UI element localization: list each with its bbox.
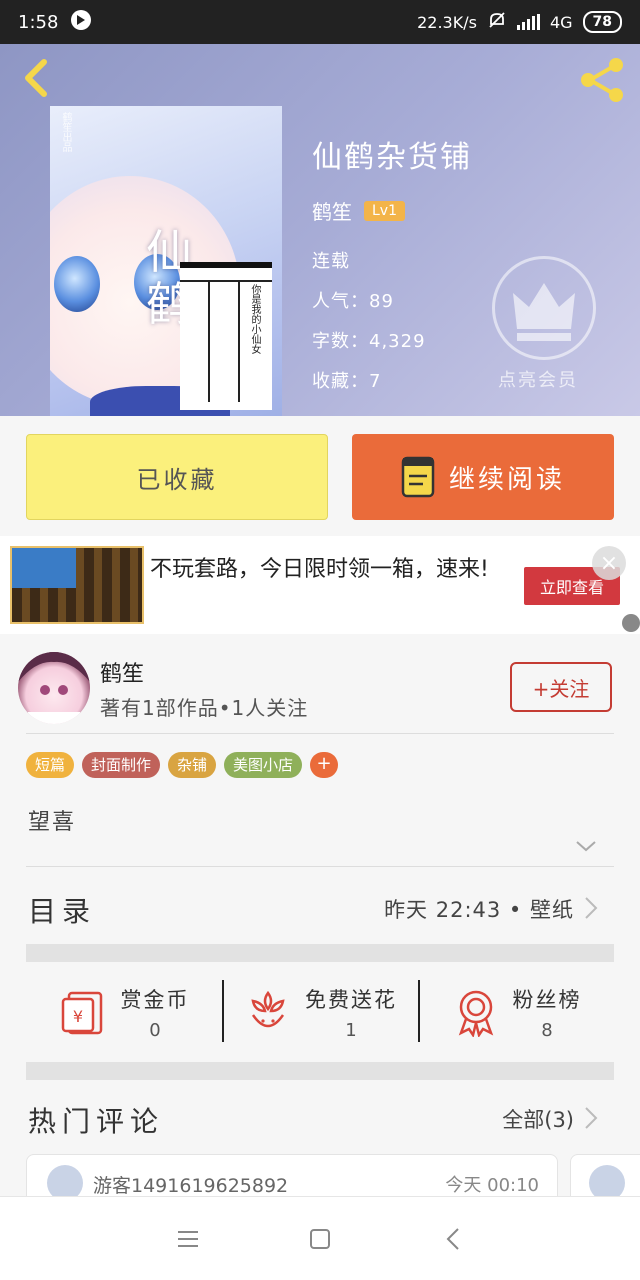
comment-time: 今天 00:10 [445,1175,539,1196]
back-arrow-icon [25,59,47,97]
ad-text: 不玩套路，今日限时领一箱，速来! [150,557,489,582]
book-status: 连载 [312,251,350,272]
toc-latest-chapter: 昨天 22:43 • 壁纸 [384,898,574,922]
signal-icon [516,14,540,30]
tag-item[interactable]: 美图小店 [224,752,303,778]
hot-comments-title: 热门评论 [28,1105,165,1138]
cover-top-mark: 鹤笙出品 [60,112,71,152]
avatar[interactable] [18,652,90,724]
book-actions: 已收藏 继续阅读 [0,416,640,536]
net-speed: 22.3K/s [417,12,477,32]
book-cover[interactable]: 鹤笙出品 仙 鹤 你是我的小仙女 [50,106,282,416]
home-icon[interactable] [306,1225,334,1253]
chevron-right-icon [585,897,598,919]
collected-button[interactable]: 已收藏 [26,434,328,520]
book-word-count: 字数：4,329 [312,331,426,352]
gift-coin[interactable]: ¥ 赏金币 0 [26,962,222,1062]
divider [26,733,614,734]
continue-reading-button[interactable]: 继续阅读 [352,434,614,520]
menu-icon[interactable] [174,1225,202,1253]
share-icon [581,58,623,102]
continue-reading-label: 继续阅读 [448,464,565,495]
table-of-contents-row[interactable]: 目录 昨天 22:43 • 壁纸 [0,868,640,944]
ad-mark-icon [622,614,640,632]
book-favorites: 收藏：7 [312,371,382,392]
svg-text:¥: ¥ [72,1007,82,1026]
gift-value: 8 [541,1019,553,1041]
share-button[interactable] [576,54,628,106]
book-header: 鹤笙出品 仙 鹤 你是我的小仙女 仙鹤杂货铺 鹤笙 Lv1 连载 人气：89 字… [0,44,640,416]
ad-banner[interactable]: 不玩套路，今日限时领一箱，速来! 立即查看 × [0,536,640,634]
notification-icon [70,9,92,36]
book-description: 望喜 [28,810,77,835]
hot-comments-header[interactable]: 热门评论 全部(3) [0,1080,640,1156]
toc-title: 目录 [28,895,97,928]
book-info: 仙鹤杂货铺 鹤笙 Lv1 连载 人气：89 字数：4,329 收藏：7 [312,132,472,407]
book-title: 仙鹤杂货铺 [312,140,472,175]
gift-value: 1 [345,1019,357,1041]
add-tag-button[interactable]: + [310,752,339,778]
chevron-down-icon [576,841,596,852]
chevron-right-icon [585,1107,598,1129]
cover-paper: 你是我的小仙女 [180,262,272,410]
book-icon [401,456,435,498]
book-author[interactable]: 鹤笙 [312,196,352,225]
back-icon[interactable] [440,1225,468,1253]
all-comments-link[interactable]: 全部(3) [502,1104,574,1134]
tag-list: 短篇 封面制作 杂铺 美图小店 + [26,752,339,778]
comment-user: 游客1491619625892 [93,1175,289,1197]
gift-fans[interactable]: 粉丝榜 8 [418,962,614,1062]
tag-item[interactable]: 杂铺 [168,752,217,778]
medal-icon [458,990,493,1037]
back-button[interactable] [18,56,62,100]
author-card[interactable]: 鹤笙 著有1部作品•1人关注 +关注 [0,634,640,734]
status-time: 1:58 [18,11,59,33]
network-type: 4G [549,12,573,32]
coin-envelope-icon: ¥ [61,991,102,1035]
vip-label[interactable]: 点亮会员 [498,366,578,392]
book-popularity: 人气：89 [312,291,394,312]
battery-indicator: 78 [582,11,622,33]
gift-label: 免费送花 [305,987,397,1012]
cover-eye-left [54,256,100,312]
author-name[interactable]: 鹤笙 [100,656,144,688]
gift-label: 粉丝榜 [512,987,582,1012]
expand-button[interactable] [574,838,598,854]
mute-icon [487,10,507,34]
system-nav-bar [0,1196,640,1280]
gift-label: 赏金币 [120,987,190,1012]
vip-crown-icon[interactable] [492,256,596,360]
gift-value: 0 [149,1019,161,1041]
status-bar: 1:58 22.3K/s 4G 78 [0,0,640,44]
follow-button[interactable]: +关注 [510,662,612,712]
ad-image [10,546,144,624]
author-stats: 著有1部作品•1人关注 [100,696,309,720]
gift-flower[interactable]: 免费送花 1 [222,962,418,1062]
close-icon[interactable]: × [592,546,626,580]
section-gap [26,944,614,962]
tag-item[interactable]: 短篇 [26,752,75,778]
cover-paper-text: 你是我的小仙女 [249,284,260,354]
tag-item[interactable]: 封面制作 [82,752,161,778]
flower-icon [251,990,285,1028]
author-level-badge: Lv1 [364,200,405,221]
gift-panel: ¥ 赏金币 0 免费送花 1 粉丝榜 8 [26,962,614,1062]
divider [26,866,614,867]
section-gap [26,1062,614,1080]
